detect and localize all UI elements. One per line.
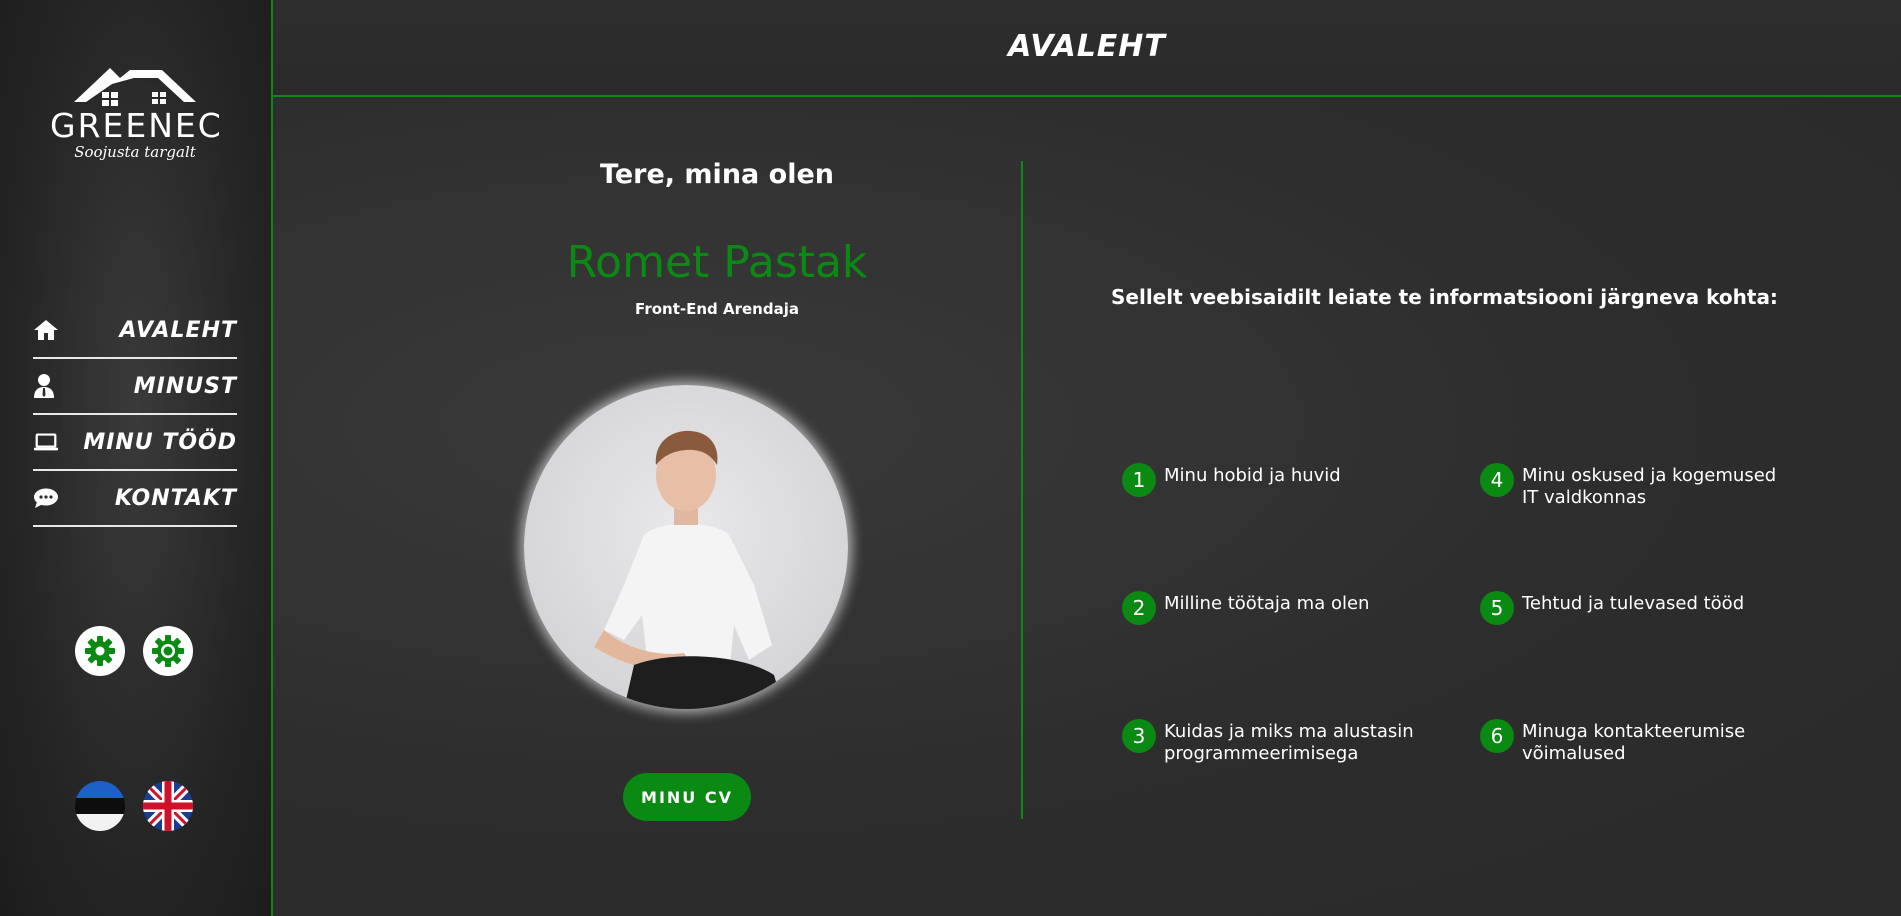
topic-item: 2 Milline töötaja ma olen: [1122, 591, 1452, 625]
nav-item-kontakt[interactable]: KONTAKT: [33, 471, 237, 527]
topic-text: Minu hobid ja huvid: [1164, 465, 1341, 486]
house-logo-icon: [74, 68, 196, 106]
topic-number-badge: 1: [1122, 463, 1156, 497]
topic-item: 4 Minu oskused ja kogemused IT valdkonna…: [1480, 463, 1790, 509]
theme-button[interactable]: [143, 626, 193, 676]
uk-flag-icon: [143, 781, 193, 831]
topic-text: Minuga kontakteerumise võimalused: [1522, 721, 1746, 764]
info-intro: Sellelt veebisaidilt leiate te informats…: [1111, 285, 1778, 309]
logo-wordmark: GREENEC: [50, 106, 223, 145]
sidebar: GREENEC Soojusta targalt AVALEHT MINUST: [0, 0, 273, 916]
topic-text: Minu oskused ja kogemused IT valdkonnas: [1522, 465, 1777, 508]
user-icon: [33, 373, 59, 399]
nav-item-avaleht[interactable]: AVALEHT: [33, 303, 237, 359]
main-nav: AVALEHT MINUST MINU TÖÖD KONTAKT: [33, 303, 237, 527]
page-header: AVALEHT: [273, 0, 1901, 97]
home-icon: [33, 317, 59, 343]
topic-item: 5 Tehtud ja tulevased tööd: [1480, 591, 1810, 625]
topic-number-badge: 6: [1480, 719, 1514, 753]
hero-greeting: Tere, mina olen: [600, 159, 834, 190]
topic-text: Tehtud ja tulevased tööd: [1522, 593, 1745, 614]
topic-number-badge: 4: [1480, 463, 1514, 497]
hero-role: Front-End Arendaja: [635, 300, 799, 318]
topic-item: 6 Minuga kontakteerumise võimalused: [1480, 719, 1790, 765]
nav-item-minust[interactable]: MINUST: [33, 359, 237, 415]
topic-item: 1 Minu hobid ja huvid: [1122, 463, 1452, 497]
nav-item-label: MINUST: [133, 373, 237, 399]
language-estonian-button[interactable]: [75, 781, 125, 831]
section-divider: [1021, 161, 1023, 819]
logo-tagline: Soojusta targalt: [74, 143, 196, 161]
topic-item: 3 Kuidas ja miks ma alustasin programmee…: [1122, 719, 1452, 765]
profile-photo: [524, 385, 848, 709]
nav-item-label: KONTAKT: [114, 485, 237, 511]
page: GREENEC Soojusta targalt AVALEHT MINUST: [0, 0, 1901, 916]
topic-text: Milline töötaja ma olen: [1164, 593, 1370, 614]
nav-item-minu-tood[interactable]: MINU TÖÖD: [33, 415, 237, 471]
topic-number-badge: 3: [1122, 719, 1156, 753]
topic-number-badge: 5: [1480, 591, 1514, 625]
cv-button[interactable]: MINU CV: [623, 773, 751, 821]
topic-text: Kuidas ja miks ma alustasin programmeeri…: [1164, 721, 1414, 764]
gear-icon: [85, 636, 115, 666]
hero-name: Romet Pastak: [566, 237, 868, 288]
main-content: Tere, mina olen Romet Pastak Front-End A…: [273, 97, 1901, 916]
topic-number-badge: 2: [1122, 591, 1156, 625]
laptop-icon: [33, 429, 59, 455]
nav-item-label: AVALEHT: [119, 317, 237, 343]
profile-photo-illustration: [594, 430, 784, 709]
settings-button[interactable]: [75, 626, 125, 676]
theme-gear-icon: [152, 635, 184, 667]
logo[interactable]: GREENEC Soojusta targalt: [50, 62, 223, 182]
page-title: AVALEHT: [1008, 28, 1166, 64]
language-english-button[interactable]: [143, 781, 193, 831]
estonia-flag-icon: [75, 781, 125, 831]
chat-icon: [33, 485, 59, 511]
nav-item-label: MINU TÖÖD: [83, 429, 237, 455]
